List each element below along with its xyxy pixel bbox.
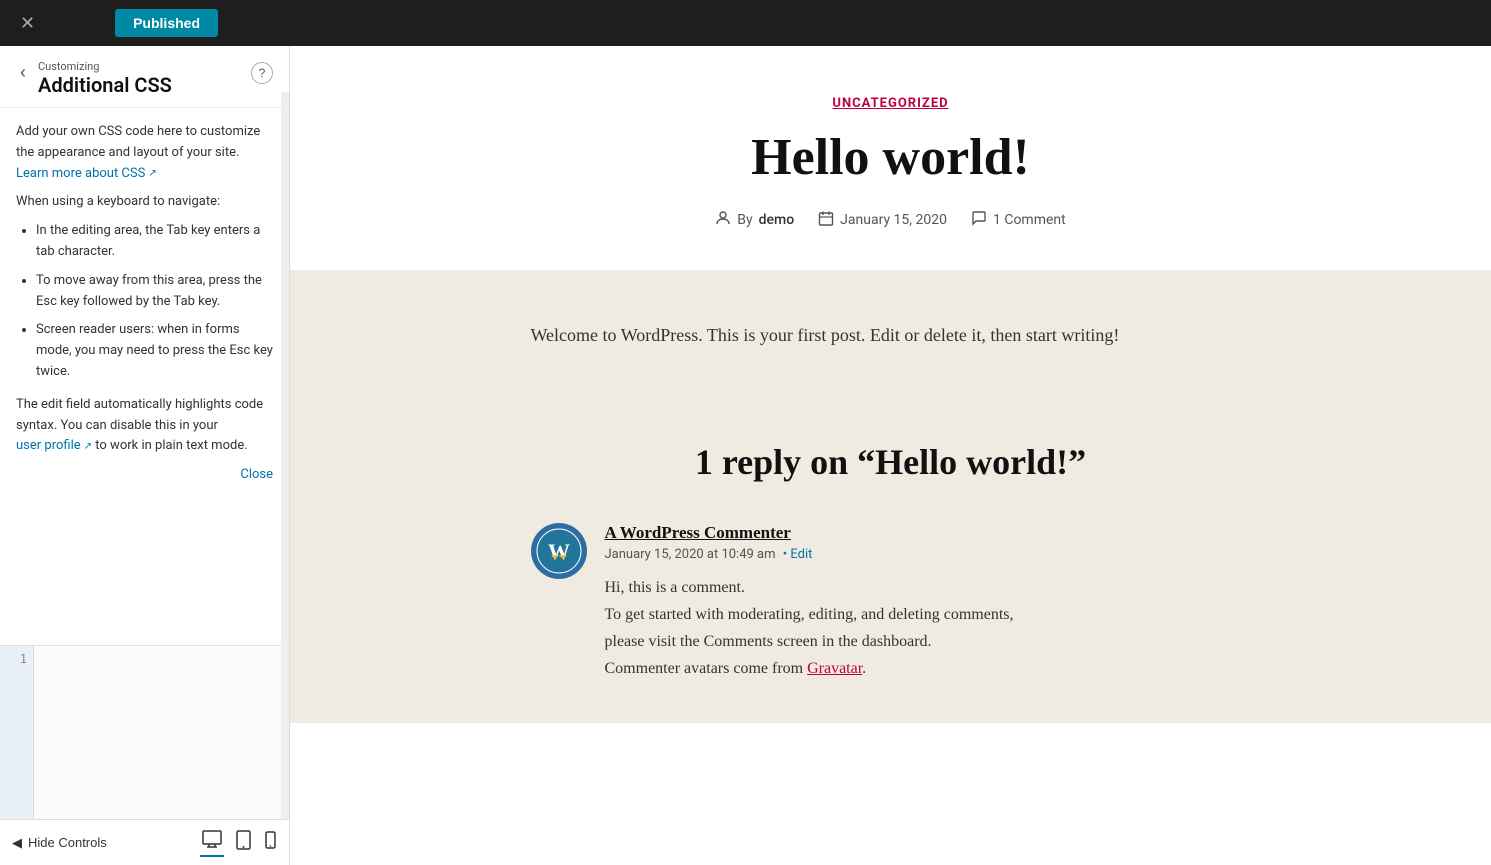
comment-item: W A WordPress Commenter January 15, 2020… [531,523,1251,683]
comments-title: 1 reply on “Hello world!” [531,441,1251,483]
calendar-icon [818,210,834,230]
sidebar-scrollbar[interactable] [281,92,289,819]
edit-field-note: The edit field automatically highlights … [16,395,273,457]
post-title: Hello world! [310,129,1471,186]
commenter-avatar: W [531,523,587,579]
post-body-inner: Welcome to WordPress. This is your first… [531,320,1251,351]
post-category[interactable]: UNCATEGORIZED [310,96,1471,111]
keyboard-heading: When using a keyboard to navigate: [16,192,273,213]
comment-line-1: Hi, this is a comment. [605,574,1251,601]
main-layout: ‹ Customizing Additional CSS ? Add your … [0,46,1491,865]
comment-text: Hi, this is a comment. To get started wi… [605,574,1251,683]
post-meta: By demo January 15, 2020 [310,210,1471,230]
comment-icon [971,210,987,230]
post-body: Welcome to WordPress. This is your first… [290,270,1491,441]
comment-edit-link[interactable]: • Edit [783,547,813,562]
author-prefix: By [737,212,752,228]
help-button[interactable]: ? [251,62,273,84]
author-icon [715,210,731,230]
keyboard-bullet-list: In the editing area, the Tab key enters … [16,221,273,383]
preview-area[interactable]: UNCATEGORIZED Hello world! By demo [290,46,1491,865]
comment-date: January 15, 2020 at 10:49 am • Edit [605,547,1251,562]
sidebar-title: Additional CSS [38,73,243,97]
comment-line-4: Commenter avatars come from Gravatar. [605,655,1251,682]
back-button[interactable]: ‹ [16,62,30,83]
user-profile-link[interactable]: user profile ↗ [16,436,92,457]
sidebar-title-block: Customizing Additional CSS [38,60,243,97]
bottom-bar: ◀ Hide Controls [0,819,290,865]
svg-text:W: W [548,539,570,564]
device-icons [200,828,278,857]
sidebar-content: Add your own CSS code here to customize … [0,108,289,645]
tablet-view-button[interactable] [234,828,253,857]
gravatar-link[interactable]: Gravatar [807,660,862,677]
post-header: UNCATEGORIZED Hello world! By demo [290,46,1491,270]
comments-section: 1 reply on “Hello world!” W [290,441,1491,723]
external-link-icon: ↗ [148,166,156,182]
close-link[interactable]: Close [16,465,273,486]
author-meta: By demo [715,210,794,230]
date-meta: January 15, 2020 [818,210,947,230]
comment-body: A WordPress Commenter January 15, 2020 a… [605,523,1251,683]
external-link-icon-2: ↗ [84,439,92,455]
sidebar: ‹ Customizing Additional CSS ? Add your … [0,46,290,865]
hide-controls-arrow-icon: ◀ [12,835,22,851]
close-button[interactable]: ✕ [12,10,43,36]
published-button[interactable]: Published [115,9,218,37]
post-date: January 15, 2020 [840,212,947,228]
comment-line-2: To get started with moderating, editing,… [605,601,1251,628]
comments-meta: 1 Comment [971,210,1066,230]
customizing-label: Customizing [38,60,243,73]
comment-line-3: please visit the Comments screen in the … [605,628,1251,655]
mobile-view-button[interactable] [263,829,278,856]
bullet-item-3: Screen reader users: when in forms mode,… [36,320,273,382]
desktop-view-button[interactable] [200,828,224,857]
learn-more-link[interactable]: Learn more about CSS ↗ [16,164,157,185]
hide-controls-button[interactable]: ◀ Hide Controls [12,835,107,851]
author-link[interactable]: demo [759,212,795,228]
bullet-item-1: In the editing area, the Tab key enters … [36,221,273,263]
comments-inner: 1 reply on “Hello world!” W [531,441,1251,683]
description-text: Add your own CSS code here to customize … [16,122,273,184]
bullet-item-2: To move away from this area, press the E… [36,271,273,313]
sidebar-header: ‹ Customizing Additional CSS ? [0,46,289,108]
commenter-name-link[interactable]: A WordPress Commenter [605,523,1251,543]
post-content: Welcome to WordPress. This is your first… [531,320,1251,351]
comments-count: 1 Comment [993,212,1066,228]
top-bar: ✕ Published [0,0,1491,46]
